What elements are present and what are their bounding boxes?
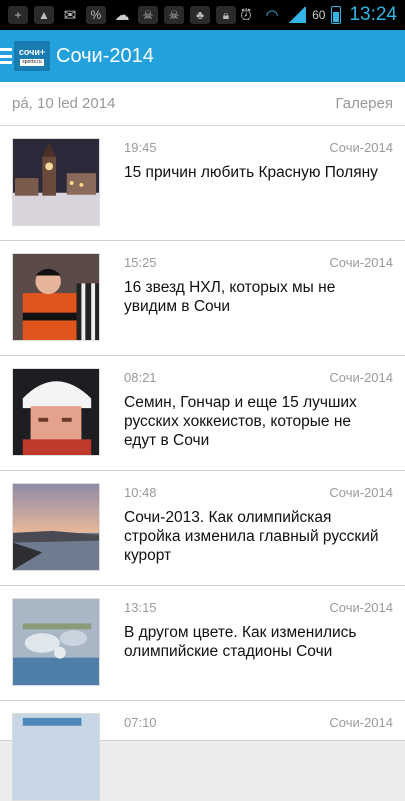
signal-icon — [288, 7, 307, 23]
news-item[interactable]: 13:15 Сочи-2014 В другом цвете. Как изме… — [0, 586, 405, 701]
evernote-icon: ♣ — [190, 6, 210, 24]
app-title: Сочи-2014 — [56, 44, 154, 67]
app-logo[interactable]: сочи+ sports.ru — [14, 41, 50, 71]
gallery-link[interactable]: Галерея — [335, 95, 393, 112]
mail-icon: ✉ — [63, 7, 77, 24]
notification-icons: + ▲ ✉ % ☁ ☠ ☠ ♣ 🔒︎ — [8, 6, 236, 24]
news-item[interactable]: 10:48 Сочи-2014 Сочи-2013. Как олимпийск… — [0, 471, 405, 586]
news-title: Семин, Гончар и еще 15 лучших русских хо… — [124, 394, 357, 449]
news-time: 10:48 — [124, 485, 157, 500]
news-list: 19:45 Сочи-2014 15 причин любить Красную… — [0, 126, 405, 801]
news-title: 16 звезд НХЛ, которых мы не увидим в Соч… — [124, 279, 336, 315]
weather-icon: ☁ — [114, 7, 130, 24]
wifi-icon: ◠ — [265, 7, 279, 24]
news-title: 15 причин любить Красную Поляну — [124, 164, 378, 181]
news-time: 07:10 — [124, 715, 157, 730]
news-title: В другом цвете. Как изменились олимпийск… — [124, 624, 357, 660]
news-item[interactable]: 15:25 Сочи-2014 16 звезд НХЛ, которых мы… — [0, 241, 405, 356]
news-time: 19:45 — [124, 140, 157, 155]
plus-icon: + — [8, 6, 28, 24]
logo-text: сочи+ — [18, 46, 46, 57]
olympic-park-aerial-photo — [12, 598, 100, 686]
news-item[interactable]: 19:45 Сочи-2014 15 причин любить Красную… — [0, 126, 405, 241]
news-category: Сочи-2014 — [329, 715, 393, 730]
news-title: Сочи-2013. Как олимпийская стройка измен… — [124, 509, 379, 564]
skull-icon: ☠ — [164, 6, 184, 24]
percent-icon: % — [86, 6, 106, 24]
clock-tower-night-photo — [12, 138, 100, 226]
news-item[interactable]: 07:10 Сочи-2014 — [0, 701, 405, 801]
status-bar: + ▲ ✉ % ☁ ☠ ☠ ♣ 🔒︎ ⏰︎ ◠ 60 13:24 — [0, 0, 405, 30]
hockey-flyers-player-photo — [12, 253, 100, 341]
skull-icon: ☠ — [138, 6, 158, 24]
news-category: Сочи-2014 — [329, 370, 393, 385]
logo-subtext: sports.ru — [20, 58, 44, 66]
menu-icon[interactable] — [0, 48, 12, 64]
news-time: 08:21 — [124, 370, 157, 385]
alarm-icon: ⏰︎ — [240, 6, 252, 24]
system-icons: ⏰︎ ◠ 60 13:24 — [236, 4, 397, 26]
news-category: Сочи-2014 — [329, 255, 393, 270]
news-category: Сочи-2014 — [329, 485, 393, 500]
news-item[interactable]: 08:21 Сочи-2014 Семин, Гончар и еще 15 л… — [0, 356, 405, 471]
hockey-player-helmet-photo — [12, 368, 100, 456]
date-label: pá, 10 led 2014 — [12, 95, 116, 112]
lock-icon: 🔒︎ — [216, 6, 236, 24]
app-bar: сочи+ sports.ru Сочи-2014 — [0, 30, 405, 82]
battery-level: 60 — [312, 8, 326, 22]
news-time: 15:25 — [124, 255, 157, 270]
clock-time: 13:24 — [349, 4, 397, 25]
partial-photo — [12, 713, 100, 801]
news-category: Сочи-2014 — [329, 140, 393, 155]
news-time: 13:15 — [124, 600, 157, 615]
image-icon: ▲ — [34, 6, 54, 24]
news-category: Сочи-2014 — [329, 600, 393, 615]
date-header: pá, 10 led 2014 Галерея — [0, 82, 405, 126]
battery-icon — [331, 6, 342, 24]
sochi-coast-sunset-photo — [12, 483, 100, 571]
